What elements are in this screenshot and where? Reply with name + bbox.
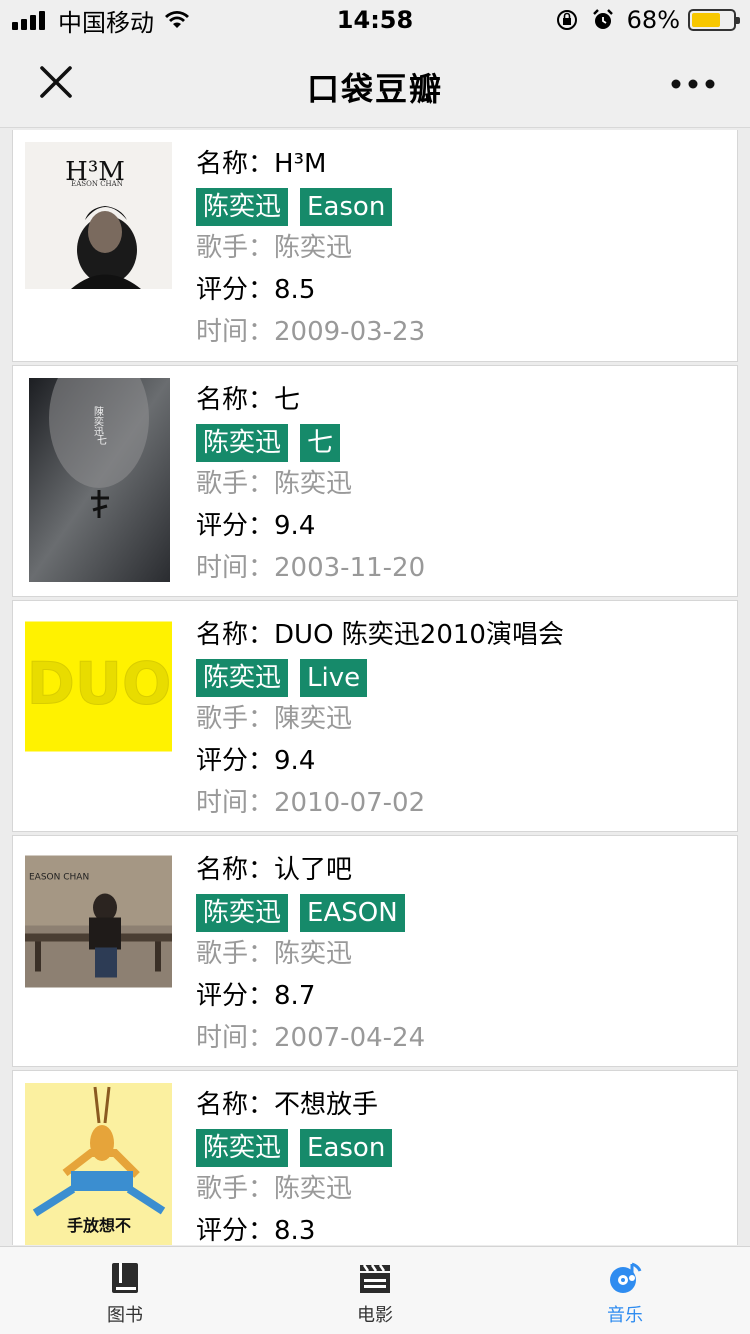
singer-row: 歌手：陳奕迅	[196, 704, 353, 734]
tag[interactable]: 七	[300, 424, 341, 462]
rating: 8.5	[274, 275, 316, 305]
singer: 陳奕迅	[274, 704, 353, 734]
tag[interactable]: 陈奕迅	[196, 659, 289, 697]
singer-row: 歌手：陈奕迅	[196, 1174, 353, 1204]
tag[interactable]: 陈奕迅	[196, 188, 289, 226]
more-icon[interactable]	[670, 74, 716, 94]
alarm-icon	[592, 9, 613, 29]
album-name: 不想放手	[274, 1090, 379, 1120]
svg-text:EASON CHAN: EASON CHAN	[71, 180, 123, 188]
album-name: 七	[274, 385, 301, 415]
tag[interactable]: 陈奕迅	[196, 1129, 289, 1167]
singer: 陈奕迅	[274, 1174, 353, 1204]
battery-icon	[688, 9, 740, 31]
orientation-lock-icon	[556, 10, 577, 30]
album-cover: H³M EASON CHAN	[25, 142, 172, 289]
release-date: 2009-03-23	[274, 317, 426, 347]
singer-row: 歌手：陈奕迅	[196, 939, 353, 969]
tag-list: 陈奕迅 Eason	[196, 186, 727, 228]
album-name-row: 名称：H³M	[196, 149, 327, 179]
svg-text:陳奕迅: 陳奕迅	[92, 406, 104, 437]
album-cover: EASON CHAN	[25, 848, 172, 995]
svg-text:DUO: DUO	[27, 650, 172, 718]
date-row: 时间：2010-07-02	[196, 788, 426, 818]
rating: 8.3	[274, 1216, 316, 1245]
rating-row: 评分：9.4	[196, 511, 316, 541]
svg-text:七: 七	[97, 435, 107, 447]
tag[interactable]: Live	[300, 659, 368, 697]
tag[interactable]: EASON	[300, 894, 405, 932]
rating-row: 评分：9.4	[196, 746, 316, 776]
tag[interactable]: 陈奕迅	[196, 894, 289, 932]
rating: 9.4	[274, 511, 316, 541]
battery-percent: 68%	[626, 6, 680, 34]
album-name: H³M	[274, 149, 327, 179]
tag[interactable]: Eason	[300, 1129, 393, 1167]
svg-text:EASON CHAN: EASON CHAN	[29, 873, 89, 883]
status-bar: 中国移动 14:58 68%	[0, 0, 750, 40]
album-name: 认了吧	[274, 855, 353, 885]
album-cover: 陳奕迅 七	[29, 378, 170, 582]
tag-list: 陈奕迅 Live	[196, 657, 727, 699]
date-row: 时间：2003-11-20	[196, 553, 426, 583]
album-card[interactable]: 陳奕迅 七 名称：七 陈奕迅 七 歌手：陈奕迅 评分：9.4 时间：2003-1…	[12, 365, 738, 597]
tab-bar: 图书 电影 音乐	[0, 1246, 750, 1334]
release-date: 2003-11-20	[274, 553, 426, 583]
rating: 8.7	[274, 981, 316, 1011]
clapperboard-icon	[360, 1264, 390, 1293]
album-card[interactable]: 手放想不 名称：不想放手 陈奕迅 Eason 歌手：陈奕迅 评分：8.3	[12, 1070, 738, 1245]
singer: 陈奕迅	[274, 469, 353, 499]
album-name-row: 名称：DUO 陈奕迅2010演唱会	[196, 620, 564, 650]
album-name-row: 名称：不想放手	[196, 1090, 379, 1120]
tab-label: 音乐	[607, 1305, 643, 1326]
release-date: 2007-04-24	[274, 1023, 426, 1053]
singer-row: 歌手：陈奕迅	[196, 469, 353, 499]
book-icon	[112, 1263, 138, 1293]
album-card[interactable]: H³M EASON CHAN 名称：H³M 陈奕迅 Eason 歌手：陈奕迅 评…	[12, 130, 738, 362]
album-name-row: 名称：认了吧	[196, 855, 353, 885]
album-cover: DUO	[25, 613, 172, 760]
tab-label: 电影	[357, 1305, 393, 1326]
album-name-row: 名称：七	[196, 385, 301, 415]
singer: 陈奕迅	[274, 939, 353, 969]
tag[interactable]: Eason	[300, 188, 393, 226]
tag-list: 陈奕迅 七	[196, 422, 727, 464]
release-date: 2010-07-02	[274, 788, 426, 818]
rating-row: 评分：8.5	[196, 275, 316, 305]
album-card[interactable]: EASON CHAN 名称：认了吧 陈奕迅 EASON 歌手：陈奕迅 评分：8.…	[12, 835, 738, 1067]
music-disc-icon	[610, 1262, 642, 1293]
album-card[interactable]: DUO 名称：DUO 陈奕迅2010演唱会 陈奕迅 Live 歌手：陳奕迅 评分…	[12, 600, 738, 832]
date-row: 时间：2007-04-24	[196, 1023, 426, 1053]
svg-text:手放想不: 手放想不	[67, 1216, 131, 1235]
album-name: DUO 陈奕迅2010演唱会	[274, 620, 564, 650]
tag-list: 陈奕迅 Eason	[196, 1127, 727, 1169]
rating-row: 评分：8.7	[196, 981, 316, 1011]
album-cover: 手放想不	[25, 1083, 172, 1245]
album-list[interactable]: H³M EASON CHAN 名称：H³M 陈奕迅 Eason 歌手：陈奕迅 评…	[12, 130, 738, 1245]
rating: 9.4	[274, 746, 316, 776]
tag[interactable]: 陈奕迅	[196, 424, 289, 462]
tab-label: 图书	[107, 1305, 143, 1326]
nav-bar: 口袋豆瓣	[0, 40, 750, 128]
singer: 陈奕迅	[274, 233, 353, 263]
tab-music[interactable]: 音乐	[500, 1247, 750, 1334]
date-row: 时间：2009-03-23	[196, 317, 426, 347]
tab-movies[interactable]: 电影	[250, 1247, 500, 1334]
singer-row: 歌手：陈奕迅	[196, 233, 353, 263]
page-title: 口袋豆瓣	[306, 70, 443, 108]
rating-row: 评分：8.3	[196, 1216, 316, 1245]
tab-books[interactable]: 图书	[0, 1247, 250, 1334]
tag-list: 陈奕迅 EASON	[196, 892, 727, 934]
